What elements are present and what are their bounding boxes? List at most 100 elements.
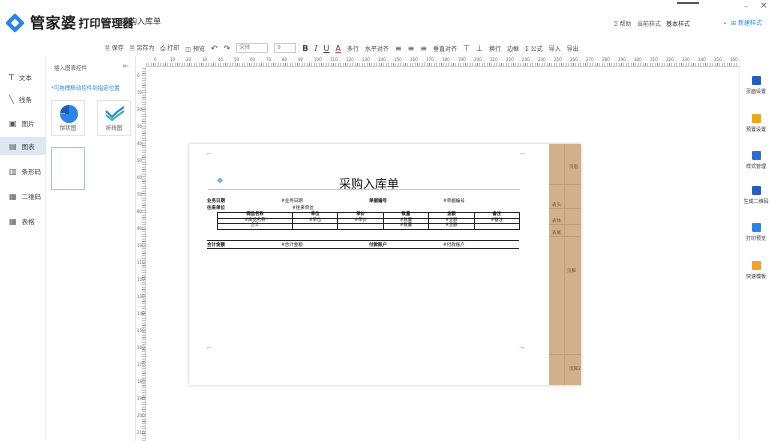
info-label[interactable]: 单据编号 xyxy=(369,198,387,204)
right-panel-qrcode-gen-button[interactable]: 生成二维码 xyxy=(740,186,771,205)
align-center-icon[interactable]: ≡ xyxy=(408,44,415,53)
info-value[interactable]: #往来单位 xyxy=(292,205,314,211)
table-cell[interactable]: #数量 xyxy=(382,223,430,230)
minimize-button[interactable]: – xyxy=(744,2,748,11)
nav-item-chart[interactable]: ▤ 图表 xyxy=(0,137,46,155)
info-label[interactable]: 业务日期 xyxy=(207,198,225,204)
ruler-tick-label: 80 xyxy=(137,209,143,214)
band-label[interactable]: 表头 xyxy=(552,202,561,208)
band-line xyxy=(549,208,581,209)
new-style-button[interactable]: ⊞ 新建样式 xyxy=(731,18,762,27)
info-label[interactable]: 往来单位 xyxy=(207,205,225,211)
pie-chart-icon xyxy=(60,105,78,123)
table-cell[interactable] xyxy=(473,223,521,230)
align-top-icon[interactable]: ⊤ xyxy=(463,44,470,53)
undo-icon[interactable]: ↶ xyxy=(211,44,218,53)
band-label[interactable]: 页脚2 xyxy=(569,366,581,372)
save-as-button[interactable]: 🗎 另存为 xyxy=(130,43,155,54)
nav-item-line[interactable]: ╲ 线条 xyxy=(0,90,46,108)
table-cell[interactable]: 合计 xyxy=(217,223,293,230)
v-align-button[interactable]: 垂直对齐 xyxy=(433,44,457,53)
h-align-button[interactable]: 水平对齐 xyxy=(365,44,389,53)
left-nav: T 文本 ╲ 线条 ▣ 图片 ▤ 图表 ▥ 条形码 ▦ 二维码 ▦ 表格 xyxy=(0,56,46,441)
redo-icon[interactable]: ↷ xyxy=(224,44,231,53)
collapse-icon[interactable]: ⇤ xyxy=(123,62,129,70)
right-panel-label: 打印预览 xyxy=(745,236,766,242)
print-button[interactable]: ⎙ 打印 xyxy=(161,43,180,53)
band-label[interactable]: 页脚 xyxy=(567,268,576,274)
chart-placeholder[interactable] xyxy=(51,147,85,190)
ruler-tick-label: 30 xyxy=(137,124,143,129)
italic-button[interactable]: I xyxy=(314,44,317,53)
import-button[interactable]: 导入 xyxy=(549,44,561,53)
align-right-icon[interactable]: ≡ xyxy=(420,44,427,53)
export-button[interactable]: 导出 xyxy=(567,44,579,53)
design-canvas[interactable]: 0 10 20 30 40 50 60 70 80 90 100 110 120 130 140 150 160… xyxy=(136,56,739,441)
ruler-tick-label: 210 xyxy=(490,57,498,62)
border-button[interactable]: 边框 xyxy=(507,44,519,53)
line-chart-card[interactable]: 折线图 xyxy=(97,100,131,136)
nav-item-barcode[interactable]: ▥ 条形码 xyxy=(0,162,46,180)
save-button[interactable]: 🗎 保存 xyxy=(105,43,124,54)
band-label[interactable]: 表体 xyxy=(552,218,561,224)
info-value[interactable]: #业务日期 xyxy=(281,198,303,204)
style-select-value[interactable]: 基本样式 xyxy=(666,19,690,28)
ruler-tick-label: 70 xyxy=(137,192,143,197)
detail-table[interactable]: 商品名称 单位 单价 数量 金额 备注 #商品名称 #单位 #单价 #数量 #金… xyxy=(217,212,521,230)
print-page[interactable]: ⌐ ¬ ⌐ ¬ ✥ 采购入库单 业务日期 #业务日期 单据编号 #单据编号 往来… xyxy=(189,144,581,385)
table-cell[interactable] xyxy=(291,223,339,230)
right-panel-preset-button[interactable]: 预置设置 xyxy=(740,114,771,133)
top-ruler: 0 10 20 30 40 50 60 70 80 90 100 110 120 130 140 150 160… xyxy=(146,56,739,67)
right-panel-print-preview-button[interactable]: 打印预览 xyxy=(740,223,771,242)
table-cell[interactable]: #金额 xyxy=(428,223,475,230)
drag-hint: *可拖拽移动控件到指定位置 xyxy=(51,86,120,92)
summary-label[interactable]: 付款账户 xyxy=(369,242,387,248)
pie-chart-card[interactable]: 饼状图 xyxy=(51,100,85,136)
nav-item-text[interactable]: T 文本 xyxy=(0,68,46,86)
table-cell[interactable] xyxy=(337,223,384,230)
band-label[interactable]: 页眉 xyxy=(569,164,578,170)
info-value[interactable]: #单据编号 xyxy=(443,198,465,204)
right-panel-label: 预置设置 xyxy=(745,127,766,133)
summary-value[interactable]: #合计金额 xyxy=(281,242,303,248)
nav-label: 线条 xyxy=(18,96,32,104)
preview-button[interactable]: ◫ 预览 xyxy=(185,44,205,53)
bold-button[interactable]: B xyxy=(302,44,308,53)
close-button[interactable]: × xyxy=(760,1,768,11)
right-panel-page-settings-button[interactable]: 页面设置 xyxy=(740,76,771,95)
right-panel-label: 页面设置 xyxy=(745,89,766,95)
underline-button[interactable]: U xyxy=(324,44,330,53)
help-button[interactable]: ⍰ 帮助 xyxy=(614,19,632,29)
ruler-tick-label: 340 xyxy=(698,57,706,62)
nav-item-qrcode[interactable]: ▦ 二维码 xyxy=(0,187,46,205)
nav-item-image[interactable]: ▣ 图片 xyxy=(0,114,46,132)
title-bar: 管家婆 打印管理器 采购入库单 – × ⍰ 帮助 当前样式 基本样式 ⌄ ⊞ 新… xyxy=(0,0,771,38)
panel-title: 插入图表控件 xyxy=(54,66,88,72)
right-panel-template-button[interactable]: 快速模板 xyxy=(740,261,771,280)
font-size-select[interactable]: 9 xyxy=(274,43,297,53)
chevron-down-icon[interactable]: ⌄ xyxy=(722,18,728,26)
ruler-tick-label: 160 xyxy=(410,57,418,62)
right-panel-style-manage-button[interactable]: 样式管理 xyxy=(740,151,771,170)
band-label[interactable]: 表尾 xyxy=(552,230,561,236)
align-middle-icon[interactable]: ⊥ xyxy=(476,44,483,53)
ruler-tick-label: 20 xyxy=(137,107,143,112)
summary-label[interactable]: 合计金额 xyxy=(207,242,225,248)
ruler-tick-label: 200 xyxy=(137,413,145,418)
move-handle-icon[interactable]: ✥ xyxy=(217,177,223,185)
ruler-tick-label: 300 xyxy=(634,57,642,62)
wrap-button[interactable]: 换行 xyxy=(489,44,501,53)
summary-value[interactable]: #付款账户 xyxy=(443,242,465,248)
nav-item-table[interactable]: ▦ 表格 xyxy=(0,212,46,230)
ruler-tick-label: 250 xyxy=(554,57,562,62)
logo-text: 管家婆 xyxy=(30,14,77,32)
font-family-select[interactable]: 宋体 xyxy=(236,43,269,53)
multiline-button[interactable]: 多行 xyxy=(347,44,359,53)
right-panel-label: 快速模板 xyxy=(745,274,766,280)
ruler-tick-label: 210 xyxy=(137,430,145,435)
formula-button[interactable]: Σ 公式 xyxy=(525,44,543,53)
align-left-icon[interactable]: ≡ xyxy=(395,44,402,53)
template-icon xyxy=(751,261,761,270)
chart-icon: ▤ xyxy=(9,141,17,151)
font-color-button[interactable]: A xyxy=(335,44,340,53)
